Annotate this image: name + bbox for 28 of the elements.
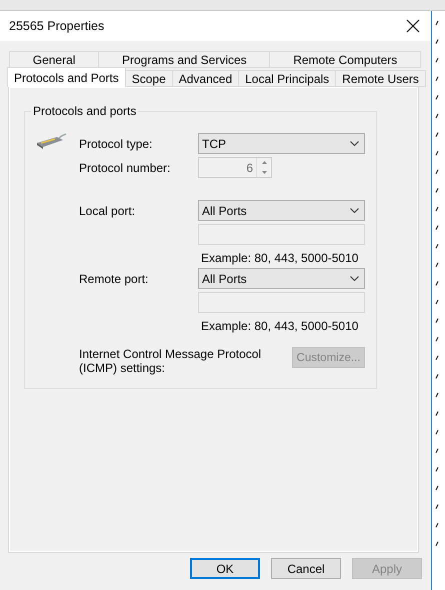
field-label: Protocol type: bbox=[79, 136, 154, 150]
field-label: Local port: bbox=[79, 204, 136, 218]
chevron-down-icon bbox=[350, 208, 359, 213]
chevron-down-icon bbox=[350, 141, 359, 146]
tab[interactable]: Programs and Services bbox=[98, 51, 270, 68]
tab[interactable]: General bbox=[9, 51, 100, 68]
dialog-button[interactable]: Cancel bbox=[271, 558, 341, 579]
input-field[interactable] bbox=[198, 224, 365, 245]
input-field[interactable] bbox=[198, 292, 365, 313]
close-icon[interactable] bbox=[405, 18, 421, 34]
example-hint: Example: 80, 443, 5000-5010 bbox=[200, 319, 360, 333]
window-title: 25565 Properties bbox=[9, 19, 104, 33]
tab[interactable]: Remote Users bbox=[335, 70, 426, 87]
field-label: Remote port: bbox=[79, 272, 150, 286]
chevron-down-icon bbox=[350, 276, 359, 281]
tab[interactable]: Protocols and Ports bbox=[7, 67, 126, 87]
example-hint: Example: 80, 443, 5000-5010 bbox=[200, 251, 360, 265]
field-label: Internet Control Message Protocol (ICMP) settings: bbox=[79, 347, 262, 375]
dropdown[interactable]: All Ports bbox=[198, 268, 365, 289]
tab[interactable]: Scope bbox=[124, 70, 173, 87]
group-title: Protocols and ports bbox=[32, 104, 138, 118]
tab[interactable]: Local Principals bbox=[238, 70, 336, 87]
dropdown[interactable]: All Ports bbox=[198, 200, 365, 221]
field-label: Protocol number: bbox=[79, 160, 172, 174]
dialog-button[interactable]: OK bbox=[190, 558, 260, 579]
dropdown[interactable]: TCP bbox=[198, 133, 365, 154]
tab[interactable]: Remote Computers bbox=[269, 51, 422, 68]
network-cable-icon bbox=[35, 133, 67, 151]
